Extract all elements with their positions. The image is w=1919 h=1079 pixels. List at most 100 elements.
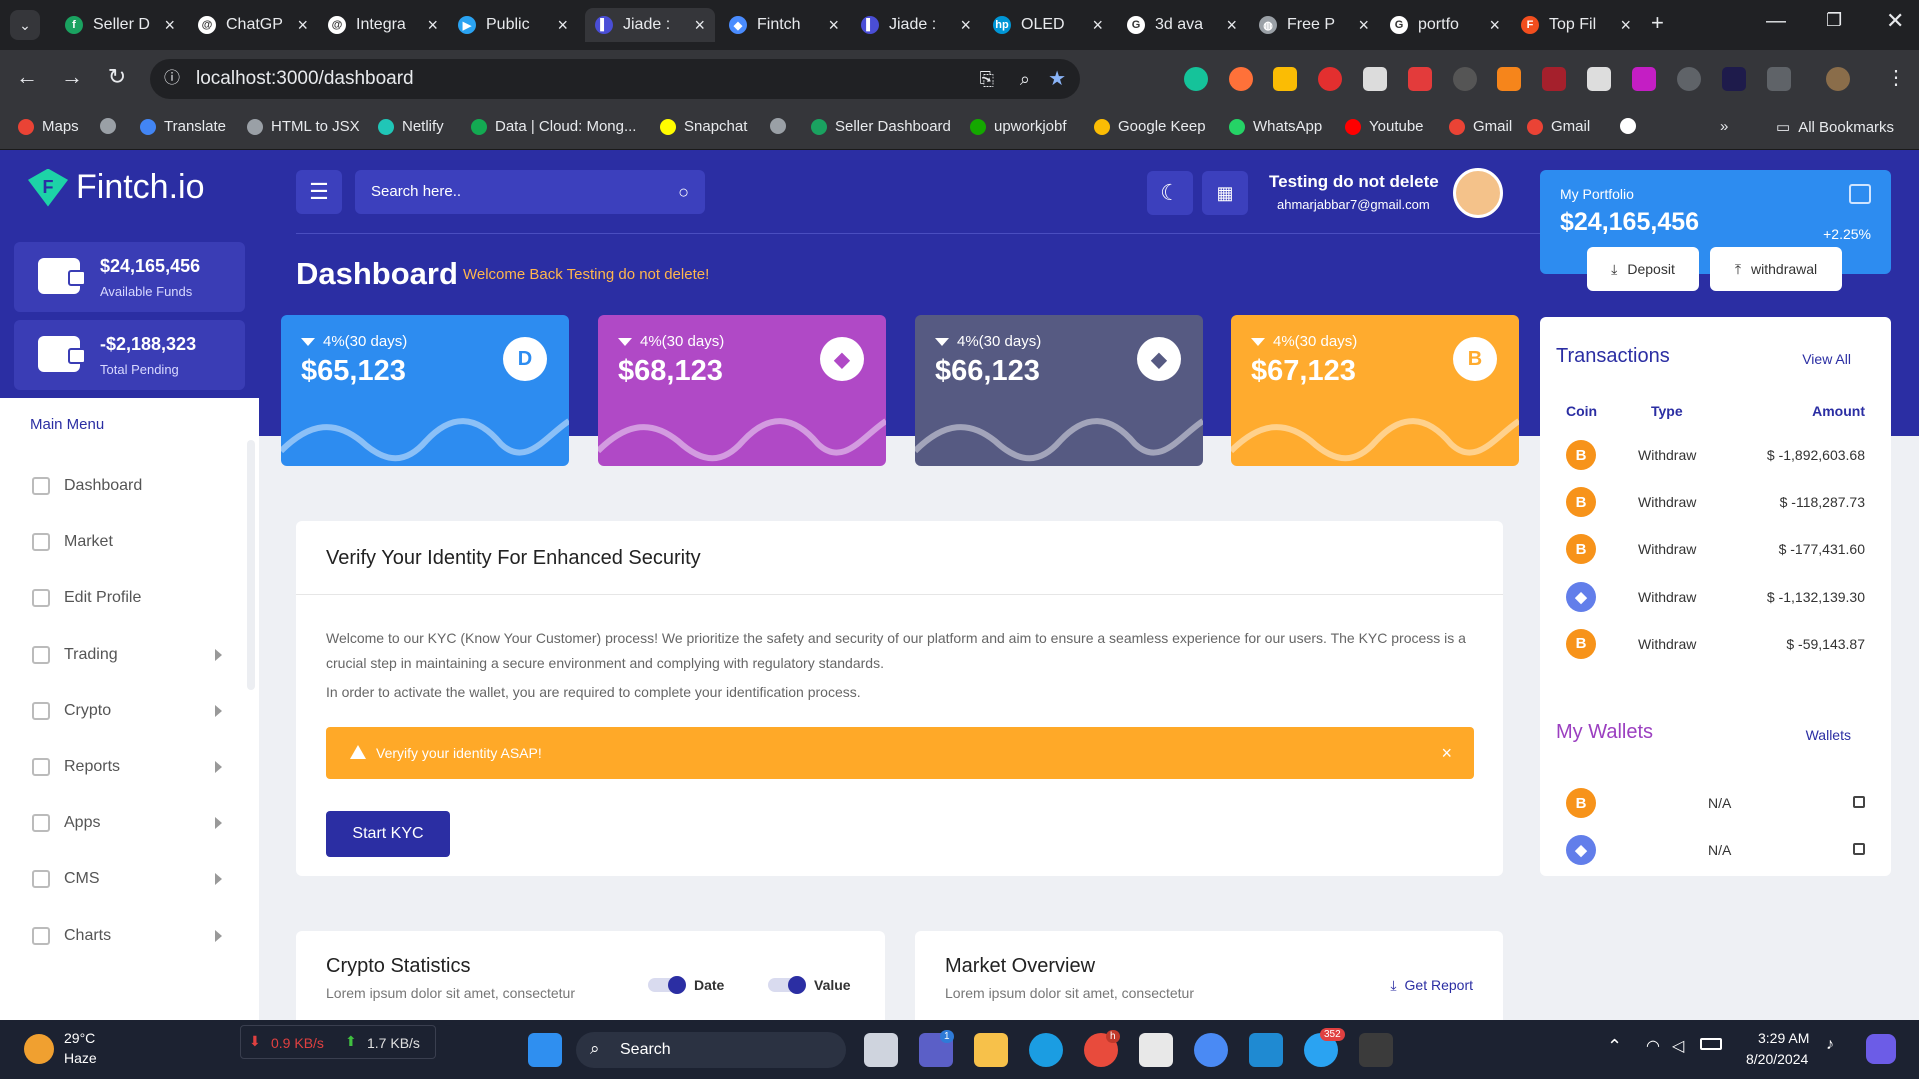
tab-close-icon[interactable]: ×	[1489, 15, 1500, 36]
browser-tab[interactable]: Gportfo ×	[1380, 8, 1510, 42]
bookmark-item[interactable]	[770, 118, 794, 134]
audio-extension-icon[interactable]	[1542, 67, 1566, 91]
start-button[interactable]	[528, 1033, 562, 1067]
install-icon[interactable]: ⎘	[980, 59, 994, 99]
user-name[interactable]: Testing do not delete	[1269, 172, 1439, 192]
clock-date[interactable]: 8/20/2024	[1746, 1051, 1808, 1067]
bookmark-star-icon[interactable]: ★	[1048, 59, 1066, 99]
reload-button[interactable]: ↻	[102, 64, 132, 90]
browser-menu-icon[interactable]: ⋮	[1886, 65, 1906, 90]
profile-avatar-icon[interactable]	[1826, 67, 1850, 91]
edge-icon[interactable]	[1029, 1033, 1063, 1067]
notification-bell-icon[interactable]: ♪	[1826, 1036, 1834, 1054]
browser-tab[interactable]: ◍ Free P ×	[1249, 8, 1379, 42]
task-view-icon[interactable]	[864, 1033, 898, 1067]
browser-tab[interactable]: G 3d ava ×	[1117, 8, 1247, 42]
sidebar-scrollbar[interactable]	[247, 440, 255, 690]
file-explorer-icon[interactable]	[974, 1033, 1008, 1067]
back-button[interactable]: ←	[12, 64, 42, 90]
bookmark-item[interactable]: Gmail	[1527, 118, 1590, 135]
download-extension-icon[interactable]	[1632, 67, 1656, 91]
tab-search-button[interactable]: ⌄	[10, 10, 40, 40]
tab-close-icon[interactable]: ×	[960, 15, 971, 36]
forward-button[interactable]: →	[57, 64, 87, 90]
date-toggle[interactable]: Date	[648, 976, 724, 994]
transaction-row[interactable]: B Withdraw $ -59,143.87	[1540, 628, 1891, 659]
network-speed-widget[interactable]: ⬇ 0.9 KB/s ⬆ 1.7 KB/s	[240, 1025, 436, 1059]
taskbar-search[interactable]: ⌕ Search	[576, 1032, 846, 1068]
metamask-extension-icon[interactable]	[1497, 67, 1521, 91]
tab-close-icon[interactable]: ×	[828, 15, 839, 36]
transaction-row[interactable]: B Withdraw $ -1,892,603.68	[1540, 440, 1891, 470]
tab-close-icon[interactable]: ×	[1358, 15, 1369, 36]
browser-tab[interactable]: ◆ Fintch ×	[719, 8, 849, 42]
toggle-switch[interactable]	[768, 976, 806, 994]
sidebar-item-cms[interactable]: CMS	[32, 865, 222, 893]
bookmark-item[interactable]: HTML to JSX	[247, 118, 360, 135]
tab-close-icon[interactable]: ×	[427, 15, 438, 36]
transaction-row[interactable]: B Withdraw $ -118,287.73	[1540, 487, 1891, 518]
copilot-icon[interactable]	[1866, 1034, 1896, 1064]
wallets-link[interactable]: Wallets	[1806, 727, 1851, 743]
sidebar-item-charts[interactable]: Charts	[32, 922, 222, 950]
terminal-icon[interactable]	[1359, 1033, 1393, 1067]
tab-close-icon[interactable]: ×	[1620, 15, 1631, 36]
coin-card[interactable]: 4%(30 days) $66,123 ◆	[915, 315, 1203, 466]
tab-close-icon[interactable]: ×	[1226, 15, 1237, 36]
bookmark-item[interactable]: Snapchat	[660, 118, 747, 135]
bookmark-item[interactable]: Youtube	[1345, 118, 1424, 135]
url-field[interactable]: ⓘ localhost:3000/dashboard ⎘ ⌕ ★	[150, 59, 1080, 99]
vscode-icon[interactable]	[1249, 1033, 1283, 1067]
bookmark-item[interactable]: Gmail	[1449, 118, 1512, 135]
sidebar-item-dashboard[interactable]: Dashboard	[32, 472, 222, 500]
weather-temperature[interactable]: 29°C	[64, 1030, 95, 1046]
bookmark-item[interactable]: WhatsApp	[1229, 118, 1322, 135]
bookmark-item[interactable]: Data | Cloud: Mong...	[471, 118, 636, 135]
tab-close-icon[interactable]: ×	[694, 15, 705, 36]
browser-tab[interactable]: @ Integra ×	[318, 8, 448, 42]
sidebar-item-reports[interactable]: Reports	[32, 753, 222, 781]
close-window-button[interactable]: ✕	[1886, 8, 1904, 34]
sidebar-item-trading[interactable]: Trading	[32, 641, 222, 669]
sidebar-item-crypto[interactable]: Crypto	[32, 697, 222, 725]
new-tab-button[interactable]: +	[1651, 10, 1664, 36]
browser-tab[interactable]: ▶ Public ×	[448, 8, 578, 42]
all-bookmarks-folder[interactable]: ▭ All Bookmarks	[1776, 118, 1894, 137]
transaction-row[interactable]: B Withdraw $ -177,431.60	[1540, 534, 1891, 565]
sidebar-item-apps[interactable]: Apps	[32, 809, 222, 837]
view-all-link[interactable]: View All	[1802, 351, 1851, 367]
tray-chevron-icon[interactable]: ⌃	[1607, 1036, 1622, 1057]
browser-tab[interactable]: @ ChatGP ×	[188, 8, 318, 42]
bookmark-item[interactable]: Seller Dashboard	[811, 118, 951, 135]
firefox-extension-icon[interactable]	[1229, 67, 1253, 91]
text-extension-icon[interactable]	[1363, 67, 1387, 91]
coin-card[interactable]: 4%(30 days) $65,123 D	[281, 315, 569, 466]
bookmark-item[interactable]	[1620, 118, 1644, 134]
weather-icon[interactable]	[24, 1034, 54, 1064]
dark-extension-icon[interactable]	[1722, 67, 1746, 91]
copy-icon[interactable]	[1853, 796, 1865, 808]
dark-mode-button[interactable]: ☾	[1147, 171, 1193, 215]
gray-extension-icon[interactable]	[1677, 67, 1701, 91]
bookmark-item[interactable]: Google Keep	[1094, 118, 1206, 135]
red-extension-icon[interactable]	[1408, 67, 1432, 91]
puzzle-extensions-icon[interactable]	[1767, 67, 1791, 91]
tab-close-icon[interactable]: ×	[164, 15, 175, 36]
tab-close-icon[interactable]: ×	[557, 15, 568, 36]
alert-close-icon[interactable]: ×	[1441, 727, 1452, 779]
deposit-button[interactable]: ⤓ Deposit	[1587, 247, 1699, 291]
openai-extension-icon[interactable]	[1453, 67, 1477, 91]
battery-icon[interactable]	[1700, 1038, 1722, 1050]
copy-icon[interactable]	[1853, 843, 1865, 855]
bookmark-item[interactable]: upworkjobf	[970, 118, 1067, 135]
search-icon[interactable]: ○	[678, 170, 689, 214]
clock-time[interactable]: 3:29 AM	[1758, 1030, 1809, 1046]
withdrawal-button[interactable]: ⤒ withdrawal	[1710, 247, 1842, 291]
toggle-switch[interactable]	[648, 976, 686, 994]
coin-card[interactable]: 4%(30 days) $67,123 B	[1231, 315, 1519, 466]
chrome-icon[interactable]	[1194, 1033, 1228, 1067]
brand-logo[interactable]: F Fintch.io	[28, 168, 205, 207]
menu-toggle-button[interactable]: ☰	[296, 170, 342, 214]
bookmark-item[interactable]: Netlify	[378, 118, 444, 135]
bookmark-item[interactable]: Maps	[18, 118, 79, 135]
